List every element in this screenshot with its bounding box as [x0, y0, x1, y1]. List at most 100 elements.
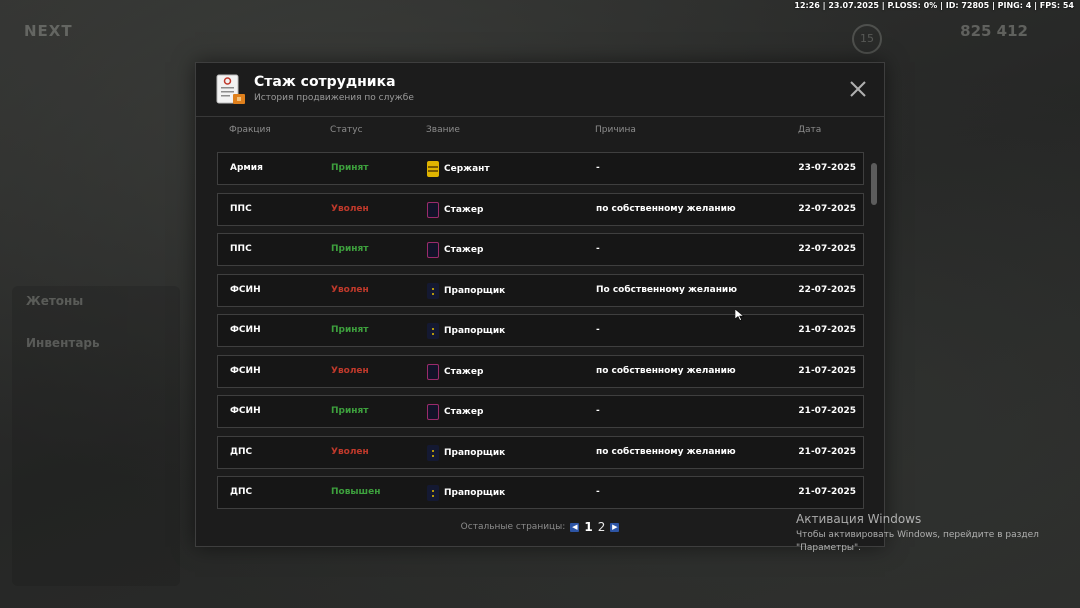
date-cell: 23-07-2025: [798, 163, 856, 173]
reason-cell: По собственному желанию: [596, 285, 737, 295]
table-row: ФСИН Уволен Прапорщик По собственному желан…: [217, 274, 864, 307]
status-cell: Уволен: [331, 366, 369, 376]
page-1-button[interactable]: 1: [584, 520, 592, 534]
column-header-status: Статус: [330, 125, 363, 135]
status-bar: 12:26 | 23.07.2025 | P.LOSS: 0% | ID: 72…: [794, 1, 1074, 10]
background-logo: NEXT: [24, 22, 73, 40]
rank-cell: Стажер: [427, 242, 483, 258]
ensign-rank-icon: [427, 283, 439, 299]
pagination: Остальные страницы: ◀ 1 2 ▶: [196, 520, 884, 534]
rank-cell: Прапорщик: [427, 283, 505, 299]
status-cell: Уволен: [331, 285, 369, 295]
faction-cell: ППС: [230, 204, 252, 214]
pagination-label: Остальные страницы:: [460, 522, 566, 532]
trainee-rank-icon: [427, 202, 439, 218]
ensign-rank-icon: [427, 445, 439, 461]
modal-header: Стаж сотрудника История продвижения по с…: [196, 63, 884, 117]
watermark-text: Чтобы активировать Windows, перейдите в …: [796, 530, 1039, 553]
windows-activation-watermark: Активация Windows Чтобы активировать Win…: [796, 512, 1066, 555]
table-row: ФСИН Принят Прапорщик - 21-07-2025: [217, 314, 864, 347]
faction-cell: ФСИН: [230, 285, 261, 295]
scrollbar[interactable]: [871, 163, 877, 503]
background-inventory-panel: Жетоны Инвентарь: [12, 286, 180, 586]
history-table: Армия Принят Сержант - 23-07-2025 ППС Уволен Ст…: [217, 152, 864, 509]
background-money: 825 412: [960, 22, 1028, 40]
date-cell: 22-07-2025: [798, 244, 856, 254]
reason-cell: по собственному желанию: [596, 204, 736, 214]
background-panel-title: Жетоны: [26, 294, 84, 308]
rank-label: Прапорщик: [444, 326, 506, 336]
table-row: ППС Принят Стажер - 22-07-2025: [217, 233, 864, 266]
modal-subtitle: История продвижения по службе: [254, 93, 414, 103]
table-row: ФСИН Принят Стажер - 21-07-2025: [217, 395, 864, 428]
rank-cell: Стажер: [427, 202, 483, 218]
status-cell: Повышен: [331, 487, 381, 497]
trainee-rank-icon: [427, 404, 439, 420]
column-header-reason: Причина: [595, 125, 636, 135]
status-cell: Принят: [331, 163, 369, 173]
trainee-rank-icon: [427, 242, 439, 258]
date-cell: 21-07-2025: [798, 406, 856, 416]
faction-cell: ДПС: [230, 487, 253, 497]
date-cell: 21-07-2025: [798, 447, 856, 457]
rank-label: Прапорщик: [444, 286, 506, 296]
ensign-rank-icon: [427, 323, 439, 339]
faction-cell: ППС: [230, 244, 252, 254]
reason-cell: -: [596, 406, 600, 416]
reason-cell: -: [596, 244, 600, 254]
background-level-ring: 15: [852, 24, 882, 54]
modal-title: Стаж сотрудника: [254, 74, 396, 90]
table-row: Армия Принят Сержант - 23-07-2025: [217, 152, 864, 185]
status-cell: Уволен: [331, 447, 369, 457]
date-cell: 22-07-2025: [798, 285, 856, 295]
table-header: Фракция Статус Звание Причина Дата: [217, 125, 864, 143]
table-row: ДПС Повышен Прапорщик - 21-07-2025: [217, 476, 864, 509]
rank-cell: Стажер: [427, 404, 483, 420]
status-cell: Принят: [331, 325, 369, 335]
rank-label: Стажер: [444, 367, 484, 377]
reason-cell: -: [596, 163, 600, 173]
chevron-right-icon[interactable]: ▶: [610, 522, 620, 532]
page-2-button[interactable]: 2: [598, 520, 606, 534]
rank-label: Сержант: [444, 164, 490, 174]
reason-cell: по собственному желанию: [596, 447, 736, 457]
ensign-rank-icon: [427, 485, 439, 501]
chevron-left-icon[interactable]: ◀: [570, 522, 580, 532]
status-cell: Принят: [331, 244, 369, 254]
close-icon[interactable]: [848, 79, 868, 99]
reason-cell: -: [596, 487, 600, 497]
rank-label: Стажер: [444, 205, 484, 215]
reason-cell: -: [596, 325, 600, 335]
date-cell: 21-07-2025: [798, 366, 856, 376]
service-history-modal: Стаж сотрудника История продвижения по с…: [195, 62, 885, 547]
faction-cell: Армия: [230, 163, 263, 173]
table-row: ДПС Уволен Прапорщик по собственному желани…: [217, 436, 864, 469]
date-cell: 22-07-2025: [798, 204, 856, 214]
date-cell: 21-07-2025: [798, 487, 856, 497]
faction-cell: ДПС: [230, 447, 253, 457]
rank-label: Прапорщик: [444, 448, 506, 458]
document-icon: [216, 74, 245, 104]
rank-cell: Стажер: [427, 364, 483, 380]
column-header-date: Дата: [798, 125, 822, 135]
watermark-title: Активация Windows: [796, 512, 922, 526]
table-row: ФСИН Уволен Стажер по собственному желанию 2…: [217, 355, 864, 388]
sergeant-rank-icon: [427, 161, 439, 177]
rank-cell: Прапорщик: [427, 485, 505, 501]
status-cell: Принят: [331, 406, 369, 416]
rank-label: Прапорщик: [444, 488, 506, 498]
faction-cell: ФСИН: [230, 406, 261, 416]
scrollbar-thumb[interactable]: [871, 163, 877, 205]
rank-cell: Сержант: [427, 161, 490, 177]
rank-label: Стажер: [444, 407, 484, 417]
rank-cell: Прапорщик: [427, 445, 505, 461]
faction-cell: ФСИН: [230, 366, 261, 376]
faction-cell: ФСИН: [230, 325, 261, 335]
table-row: ППС Уволен Стажер по собственному желанию 22…: [217, 193, 864, 226]
column-header-rank: Звание: [426, 125, 460, 135]
date-cell: 21-07-2025: [798, 325, 856, 335]
status-cell: Уволен: [331, 204, 369, 214]
rank-cell: Прапорщик: [427, 323, 505, 339]
reason-cell: по собственному желанию: [596, 366, 736, 376]
mouse-cursor-icon: [735, 309, 745, 321]
